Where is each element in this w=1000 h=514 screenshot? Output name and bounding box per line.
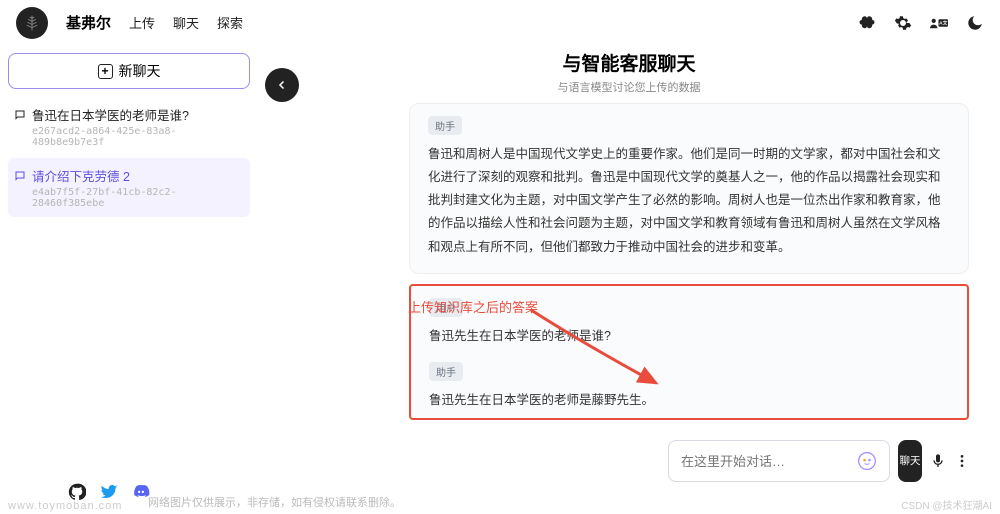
- sidebar-chat-item[interactable]: 请介绍下克劳德 2 e4ab7f5f-27bf-41cb-82c2-28460f…: [8, 158, 250, 217]
- assistant-message: 助手 鲁迅和周树人是中国现代文学史上的重要作家。他们是同一时期的文学家，都对中国…: [409, 103, 969, 274]
- chat-messages: 助手 鲁迅和周树人是中国现代文学史上的重要作家。他们是同一时期的文学家，都对中国…: [409, 103, 969, 430]
- tree-icon: [23, 14, 41, 32]
- footer-disclaimer: 网络图片仅供展示，非存储，如有侵权请联系删除。: [148, 494, 401, 510]
- chat-title: 与智能客服聊天: [558, 49, 701, 76]
- brain-icon[interactable]: [858, 14, 876, 32]
- chat-item-title: 请介绍下克劳德 2: [32, 166, 130, 185]
- nav-explore[interactable]: 探索: [217, 13, 243, 32]
- dots-vertical-icon: [954, 453, 970, 469]
- chat-item-title: 鲁迅在日本学医的老师是谁?: [32, 105, 189, 124]
- assistant-message: 助手 鲁迅先生在日本学医的老师是藤野先生。: [429, 362, 949, 412]
- chat-input-container[interactable]: [668, 440, 890, 482]
- user-locale-icon[interactable]: A文: [930, 14, 948, 32]
- chat-bubble-icon: [14, 109, 26, 121]
- chat-subtitle: 与语言模型讨论您上传的数据: [558, 79, 701, 95]
- header-right: A文: [858, 14, 984, 32]
- new-chat-label: 新聊天: [119, 61, 161, 81]
- brand-name: 基弗尔: [66, 12, 111, 33]
- send-button[interactable]: 聊天: [898, 440, 922, 482]
- header: 基弗尔 上传 聊天 探索 A文: [0, 0, 1000, 45]
- watermark-right: CSDN @技术狂潮AI: [901, 497, 992, 512]
- chat-header: 与智能客服聊天 与语言模型讨论您上传的数据: [558, 49, 701, 95]
- chevron-left-icon: [276, 79, 288, 91]
- message-text: 鲁迅先生在日本学医的老师是藤野先生。: [429, 389, 949, 412]
- chat-item-id: e4ab7f5f-27bf-41cb-82c2-28460f385ebe: [32, 187, 244, 209]
- more-button[interactable]: [954, 440, 970, 482]
- gear-icon[interactable]: [894, 14, 912, 32]
- role-label: 助手: [428, 116, 462, 135]
- main: + 新聊天 鲁迅在日本学医的老师是谁? e267acd2-a864-425e-8…: [0, 45, 1000, 514]
- mic-button[interactable]: [930, 440, 946, 482]
- chat-item-id: e267acd2-a864-425e-83a8-489b8e9b7e3f: [32, 126, 244, 148]
- nav-upload[interactable]: 上传: [129, 13, 155, 32]
- app-logo[interactable]: [16, 7, 48, 39]
- nav-chat[interactable]: 聊天: [173, 13, 199, 32]
- role-label: 助手: [429, 362, 463, 381]
- sidebar-toggle-button[interactable]: [265, 68, 299, 102]
- mic-icon: [930, 453, 946, 469]
- moon-icon[interactable]: [966, 14, 984, 32]
- robot-badge-icon: [857, 451, 877, 471]
- new-chat-button[interactable]: + 新聊天: [8, 53, 250, 89]
- message-text: 鲁迅先生在日本学医的老师是谁?: [429, 325, 949, 348]
- message-text: 鲁迅和周树人是中国现代文学史上的重要作家。他们是同一时期的文学家，都对中国社会和…: [428, 143, 950, 259]
- nav-links: 上传 聊天 探索: [129, 13, 243, 32]
- chat-bubble-icon: [14, 170, 26, 182]
- input-area: 聊天: [668, 440, 970, 482]
- sidebar-chat-item[interactable]: 鲁迅在日本学医的老师是谁? e267acd2-a864-425e-83a8-48…: [8, 97, 250, 156]
- chat-content: 与智能客服聊天 与语言模型讨论您上传的数据 助手 鲁迅和周树人是中国现代文学史上…: [258, 45, 1000, 514]
- sidebar: + 新聊天 鲁迅在日本学医的老师是谁? e267acd2-a864-425e-8…: [0, 45, 258, 514]
- header-left: 基弗尔 上传 聊天 探索: [16, 7, 243, 39]
- chat-input[interactable]: [681, 454, 857, 469]
- annotation-text: 上传知识库之后的答案: [408, 297, 538, 316]
- plus-icon: +: [98, 64, 113, 79]
- watermark-left: www.toymoban.com: [8, 500, 122, 512]
